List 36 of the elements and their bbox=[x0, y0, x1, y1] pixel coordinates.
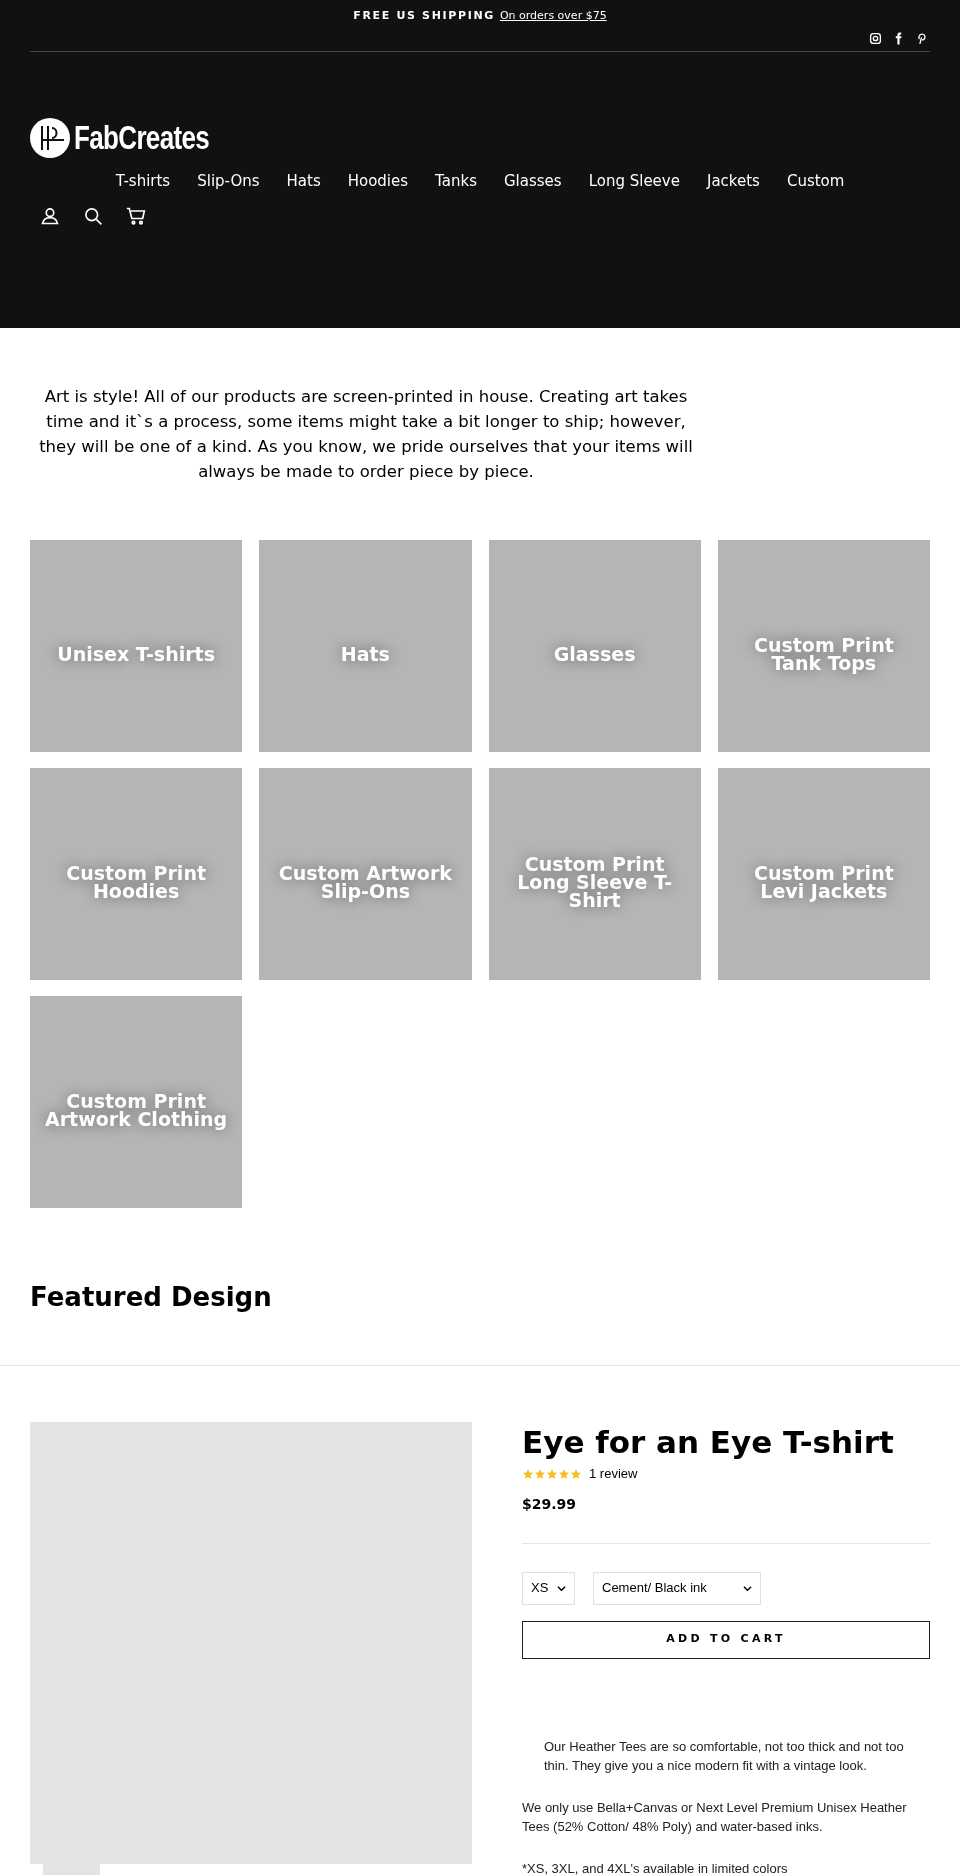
star-icon bbox=[534, 1467, 546, 1480]
pinterest-icon[interactable] bbox=[915, 32, 928, 45]
nav-link[interactable]: Long Sleeve bbox=[588, 170, 680, 193]
description-text: Our Heather Tees are so comfortable, not too thick and not too thin. They give you a nice modern fit with a vintage look. bbox=[543, 1737, 905, 1775]
nav-link[interactable]: Tanks bbox=[435, 170, 477, 193]
instagram-icon[interactable] bbox=[869, 32, 882, 45]
intro-text: Art is style! All of our products are screen-printed in house. Creating art takes time and it`s a process, some items might take a bit longer to ship; however, they will be one of a kind. As you know, we pride ourselves that your items will always be made to order piece by piece. bbox=[38, 386, 694, 483]
add-to-cart-button[interactable]: ADD TO CART bbox=[522, 1620, 930, 1659]
star-icon bbox=[558, 1467, 570, 1480]
description-text: *XS, 3XL, and 4XL's available in limited colors bbox=[522, 1859, 789, 1875]
nav-link[interactable]: Slip-Ons bbox=[197, 170, 260, 193]
option-select[interactable]: XS bbox=[522, 1571, 575, 1605]
user-icon[interactable] bbox=[40, 205, 60, 226]
product-title: Eye for an Eye T-shirt bbox=[522, 1423, 895, 1462]
search-icon[interactable] bbox=[83, 205, 103, 226]
product-price: $29.99 bbox=[522, 1494, 578, 1514]
nav-link[interactable]: Jackets bbox=[706, 170, 760, 193]
star-icon bbox=[522, 1467, 534, 1480]
nav-link[interactable]: T-shirts bbox=[115, 170, 171, 193]
nav-link[interactable]: Hoodies bbox=[347, 170, 409, 193]
chevron-down-icon bbox=[557, 1583, 566, 1593]
option-select[interactable]: Cement/ Black ink bbox=[593, 1571, 761, 1605]
review-count[interactable]: 1 review bbox=[589, 1464, 638, 1484]
nav-link[interactable]: Custom bbox=[786, 170, 845, 193]
nav-link[interactable]: Glasses bbox=[503, 170, 562, 193]
logo-text[interactable]: FabCreates bbox=[74, 113, 210, 163]
description-text: We only use Bella+Canvas or Next Level Premium Unisex Heather Tees (52% Cotton/ 48% Poly) and water-based inks. bbox=[522, 1798, 908, 1836]
nav-link[interactable]: Hats bbox=[286, 170, 321, 193]
star-icon bbox=[546, 1467, 558, 1480]
shipping-label: FREE US SHIPPING bbox=[353, 7, 495, 24]
chevron-down-icon bbox=[743, 1583, 752, 1593]
shipping-link[interactable]: On orders over $75 bbox=[499, 7, 607, 25]
cart-icon[interactable] bbox=[126, 205, 146, 226]
section-heading: Featured Design bbox=[30, 1281, 273, 1314]
logo-icon[interactable] bbox=[30, 118, 70, 158]
star-icon bbox=[570, 1467, 582, 1480]
